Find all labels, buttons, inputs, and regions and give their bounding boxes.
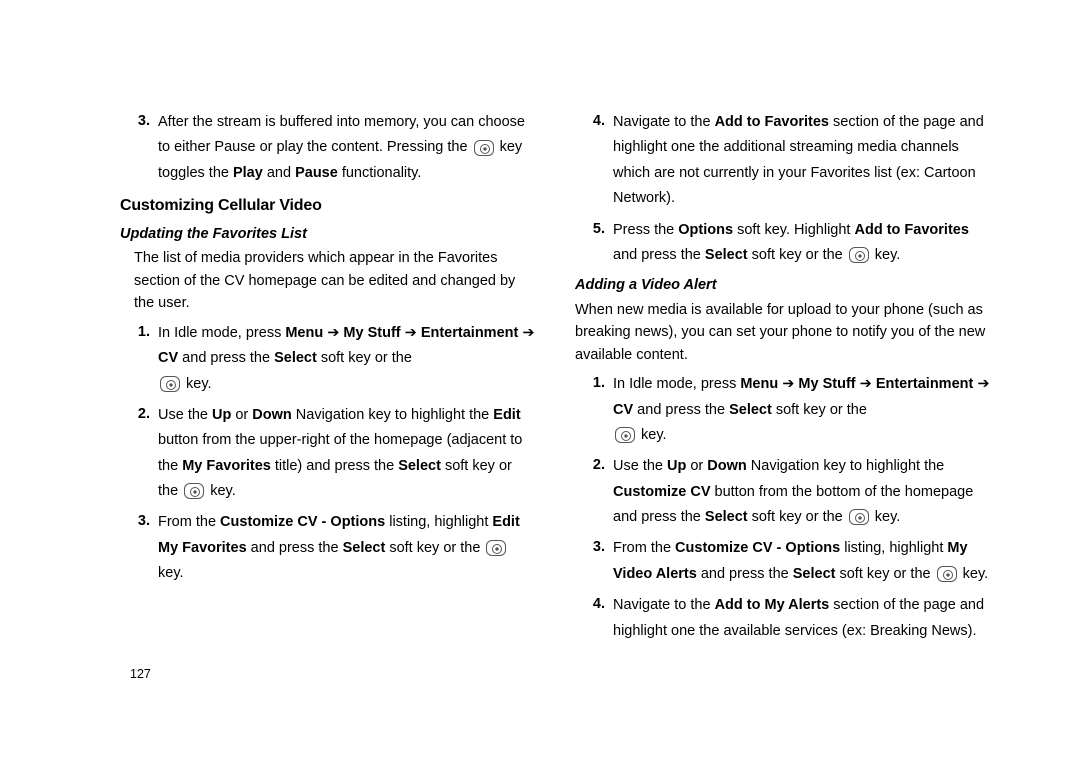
ok-key-icon	[615, 427, 635, 443]
item-number: 3.	[575, 536, 613, 587]
item-number: 2.	[120, 403, 158, 505]
left-column: 3. After the stream is buffered into mem…	[120, 110, 535, 731]
ok-key-icon	[474, 140, 494, 156]
list-item: 4. Navigate to the Add to My Alerts sect…	[575, 593, 990, 644]
item-number: 1.	[575, 372, 613, 448]
ok-key-icon	[849, 247, 869, 263]
item-body: Use the Up or Down Navigation key to hig…	[613, 454, 990, 530]
sub-heading: Adding a Video Alert	[575, 274, 990, 296]
ok-key-icon	[184, 483, 204, 499]
item-number: 3.	[120, 510, 158, 586]
item-body: In Idle mode, press Menu ➔ My Stuff ➔ En…	[158, 321, 535, 397]
item-number: 4.	[575, 593, 613, 644]
list-item: 3. From the Customize CV - Options listi…	[575, 536, 990, 587]
item-body: Press the Options soft key. Highlight Ad…	[613, 218, 990, 269]
list-item: 2. Use the Up or Down Navigation key to …	[575, 454, 990, 530]
item-body: Navigate to the Add to Favorites section…	[613, 110, 990, 212]
steps-list-1: 1. In Idle mode, press Menu ➔ My Stuff ➔…	[120, 321, 535, 587]
intro-paragraph: When new media is available for upload t…	[575, 299, 990, 366]
list-item: 3. After the stream is buffered into mem…	[120, 110, 535, 186]
steps-list-2: 1. In Idle mode, press Menu ➔ My Stuff ➔…	[575, 372, 990, 644]
item-number: 1.	[120, 321, 158, 397]
item-body: After the stream is buffered into memory…	[158, 110, 535, 186]
item-body: Navigate to the Add to My Alerts section…	[613, 593, 990, 644]
ok-key-icon	[486, 540, 506, 556]
list-item: 5. Press the Options soft key. Highlight…	[575, 218, 990, 269]
item-number: 5.	[575, 218, 613, 269]
list-item: 3. From the Customize CV - Options listi…	[120, 510, 535, 586]
ok-key-icon	[160, 376, 180, 392]
ok-key-icon	[849, 509, 869, 525]
page-content: 3. After the stream is buffered into mem…	[0, 0, 1080, 771]
item-body: From the Customize CV - Options listing,…	[158, 510, 535, 586]
item-body: In Idle mode, press Menu ➔ My Stuff ➔ En…	[613, 372, 990, 448]
item-body: Use the Up or Down Navigation key to hig…	[158, 403, 535, 505]
item-number: 3.	[120, 110, 158, 186]
list-item: 2. Use the Up or Down Navigation key to …	[120, 403, 535, 505]
item-body: From the Customize CV - Options listing,…	[613, 536, 990, 587]
list-item: 4. Navigate to the Add to Favorites sect…	[575, 110, 990, 212]
item-number: 2.	[575, 454, 613, 530]
page-number: 127	[130, 667, 151, 681]
ok-key-icon	[937, 566, 957, 582]
list-item: 1. In Idle mode, press Menu ➔ My Stuff ➔…	[575, 372, 990, 448]
steps-list-top-right: 4. Navigate to the Add to Favorites sect…	[575, 110, 990, 268]
intro-paragraph: The list of media providers which appear…	[134, 247, 535, 314]
list-item: 1. In Idle mode, press Menu ➔ My Stuff ➔…	[120, 321, 535, 397]
right-column: 4. Navigate to the Add to Favorites sect…	[575, 110, 990, 731]
sub-heading: Updating the Favorites List	[120, 223, 535, 245]
section-heading: Customizing Cellular Video	[120, 194, 535, 219]
item-number: 4.	[575, 110, 613, 212]
top-list-left: 3. After the stream is buffered into mem…	[120, 110, 535, 186]
